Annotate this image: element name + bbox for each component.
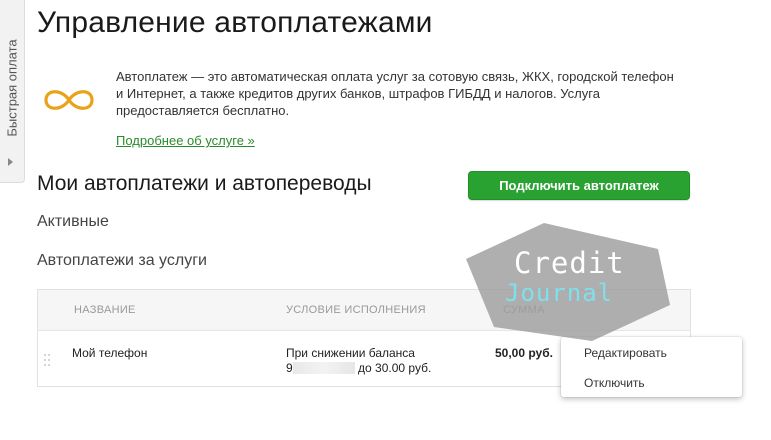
chevron-right-icon [8,158,13,166]
masked-phone-number [292,362,355,374]
condition-threshold: до 30.00 руб. [358,361,432,375]
active-filter-label: Активные [37,213,109,230]
quick-pay-tab[interactable]: Быстрая оплата [0,0,25,183]
quick-pay-tab-label: Быстрая оплата [4,39,20,137]
services-autopay-heading: Автоплатежи за услуги [37,252,207,269]
autopay-amount: 50,00 руб. [495,346,553,360]
column-header-condition: УСЛОВИЕ ИСПОЛНЕНИЯ [286,304,426,316]
intro-description: Автоплатеж — это автоматическая оплата у… [116,69,674,118]
section-title: Мои автоплатежи и автопереводы [37,172,372,195]
infinity-icon [44,90,94,110]
more-about-service-link[interactable]: Подробнее об услуге » [116,133,255,148]
connect-autopay-button[interactable]: Подключить автоплатеж [468,171,690,200]
autopay-name: Мой телефон [72,346,148,360]
disable-menu-item[interactable]: Отключить [584,376,645,390]
column-header-amount: СУММА [503,304,545,316]
drag-handle-icon[interactable] [44,354,50,370]
watermark-word-credit: Credit [514,246,625,280]
column-header-name: НАЗВАНИЕ [74,304,136,316]
edit-menu-item[interactable]: Редактировать [584,346,667,360]
condition-prefix: 9 [286,361,293,375]
table-header: НАЗВАНИЕ УСЛОВИЕ ИСПОЛНЕНИЯ СУММА [38,290,690,331]
autopay-condition: При снижении баланса 9 до 30.00 руб. [286,346,431,376]
row-actions-menu: Редактировать Отключить [561,337,742,397]
page-title: Управление автоплатежами [37,6,433,39]
condition-line1: При снижении баланса [286,346,415,360]
